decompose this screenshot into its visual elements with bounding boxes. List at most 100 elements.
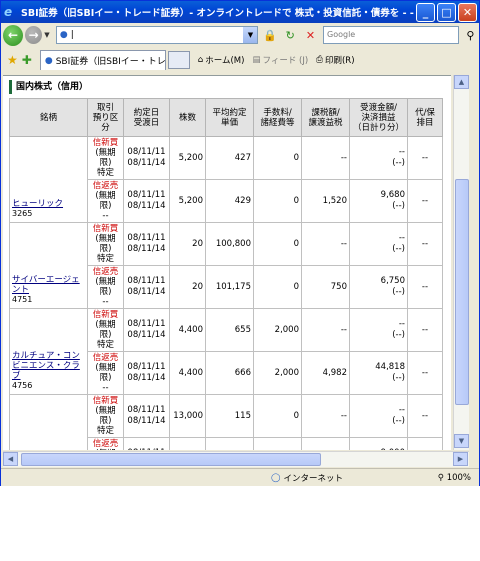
tax-cell: 1,000	[301, 437, 350, 450]
daytrade-pl: (--)	[392, 158, 405, 168]
favorites-star-icon[interactable]: ★	[7, 53, 18, 67]
zoom-icon: ⚲	[437, 472, 444, 483]
settle-date: 08/11/14	[127, 416, 166, 426]
trade-period: (無期限)	[95, 449, 115, 450]
stock-name-link[interactable]: ヒューリック	[12, 199, 63, 209]
search-input[interactable]: Google	[323, 26, 459, 44]
date-cell: 08/11/1108/11/14	[123, 136, 170, 180]
stop-icon[interactable]: ✕	[302, 26, 319, 44]
amount-value: --	[398, 233, 405, 243]
zoom-control[interactable]: ⚲ 100%	[438, 473, 471, 483]
tab-row: ★ ✚ ● SBI証券（旧SBIイー・トレー... ⌂ホーム(M) ▤フィード …	[1, 48, 479, 72]
back-button[interactable]: ←	[3, 24, 24, 46]
table-row: カルチュア・コンビニエンス・クラブ 4756 信新買 (無期限) 特定 08/11/11 0…	[9, 308, 443, 395]
new-tab-button[interactable]	[167, 51, 190, 69]
fee-cell: 0	[253, 179, 302, 223]
table-row: サイバーエージェント 4751 信新買 (無期限) 特定 08/11/11 08/11/14…	[9, 222, 443, 309]
shares-cell: 20	[169, 265, 206, 309]
address-input[interactable]: |	[71, 30, 74, 40]
trade-date: 08/11/11	[127, 405, 166, 415]
add-favorites-icon[interactable]: ✚	[22, 53, 32, 67]
trade-kind-cell: 信返売(無期限)--	[87, 437, 124, 450]
account-type: 特定	[96, 254, 114, 264]
search-icon[interactable]: ⚲	[462, 26, 479, 44]
print-button[interactable]: ⎙ 印刷(R)	[316, 54, 354, 66]
shares-cell: 5,200	[169, 179, 206, 223]
shares-cell: 4,400	[169, 308, 206, 352]
stock-code: 4756	[12, 381, 33, 390]
column-header: 株数	[169, 98, 206, 137]
account-type: 特定	[96, 340, 114, 350]
misc-cell: --	[407, 394, 443, 438]
table-row: ヒューリック 3265 信新買 (無期限) 特定 08/11/11 08/11/14 5,20…	[9, 136, 443, 223]
window-title: SBI証券（旧SBIイー・トレード証券）- オンライントレードで 株式・投資信託…	[21, 8, 416, 19]
horizontal-scrollbar[interactable]: ◀ ▶	[3, 451, 469, 467]
trade-kind: 信新買	[92, 138, 119, 148]
stock-name-cell: カルチュア・コンビニエンス・クラブ 4756	[9, 308, 88, 395]
address-bar[interactable]: ● | ▼	[55, 26, 259, 44]
maximize-button[interactable]: □	[437, 2, 456, 22]
print-label: 印刷(R)	[324, 56, 355, 66]
table-body: ヒューリック 3265 信新買 (無期限) 特定 08/11/11 08/11/14 5,20…	[9, 136, 443, 450]
settle-date: 08/11/14	[127, 244, 166, 254]
daytrade-pl: (--)	[392, 416, 405, 426]
history-dropdown-icon[interactable]: ▼	[44, 31, 53, 39]
price-cell: 429	[205, 179, 254, 223]
amount-value: 6,750	[380, 276, 405, 286]
holdings-table: 銘柄 取引 預り区分約定日 受渡日 株数 平均約定 単価 手数料/諸経費等 課税額/譲渡益税 受渡…	[9, 98, 443, 450]
fee-cell: 0	[253, 136, 302, 180]
misc-cell: --	[407, 351, 443, 395]
lock-icon[interactable]: 🔒	[261, 26, 278, 44]
address-dropdown-icon[interactable]: ▼	[243, 27, 258, 43]
fee-cell: 0	[253, 437, 302, 450]
scroll-up-arrow-icon[interactable]: ▲	[454, 75, 469, 89]
trade-date: 08/11/11	[127, 233, 166, 243]
tax-cell: --	[301, 394, 350, 438]
forward-button[interactable]: →	[25, 26, 43, 44]
stock-name-cell: サイバーエージェント 4751	[9, 222, 88, 309]
trade-kind-cell: 信返売(無期限)--	[87, 265, 124, 309]
column-header: 約定日 受渡日	[123, 98, 170, 137]
trade-kind-cell: 信新買 (無期限) 特定	[87, 394, 124, 438]
amount-value: 9,680	[380, 190, 405, 200]
home-button[interactable]: ⌂ ホーム(M)	[198, 54, 245, 66]
date-cell: 08/11/1108/11/14	[123, 308, 170, 352]
status-bar: ◯ インターネット ⚲ 100%	[1, 468, 479, 486]
feed-button[interactable]: ▤ フィード (J)	[252, 54, 308, 66]
trade-period: (無期限)	[95, 363, 116, 383]
print-icon: ⎙	[316, 55, 323, 65]
settle-date: 08/11/14	[127, 373, 166, 383]
trade-kind-cell: 信新買 (無期限) 特定	[87, 136, 124, 180]
date-cell: 08/11/1108/11/14	[123, 222, 170, 266]
price-cell: 115	[205, 394, 254, 438]
trade-period: (無期限)	[95, 148, 116, 168]
zoom-label: 100%	[446, 472, 471, 483]
stock-name-link[interactable]: カルチュア・コンビニエンス・クラブ	[12, 351, 80, 381]
stock-name-link[interactable]: サイバーエージェント	[12, 275, 80, 295]
horizontal-scroll-thumb[interactable]	[21, 453, 321, 466]
globe-icon: ◯	[271, 472, 281, 483]
price-cell: 100,800	[205, 222, 254, 266]
date-cell: 08/11/1108/11/14	[123, 437, 170, 450]
misc-cell: --	[407, 308, 443, 352]
trade-date: 08/11/11	[127, 362, 166, 372]
scroll-down-arrow-icon[interactable]: ▼	[454, 434, 469, 448]
tax-cell: 750	[301, 265, 350, 309]
vertical-scroll-thumb[interactable]	[455, 179, 469, 405]
scroll-left-arrow-icon[interactable]: ◀	[3, 452, 18, 466]
refresh-icon[interactable]: ↻	[282, 26, 299, 44]
tab-active[interactable]: ● SBI証券（旧SBIイー・トレー...	[39, 50, 166, 70]
trade-kind-cell: 信新買 (無期限) 特定	[87, 308, 124, 352]
vertical-scrollbar[interactable]: ▲ ▼	[453, 75, 469, 450]
zone-label: インターネット	[283, 473, 344, 484]
trade-period: (無期限)	[95, 191, 116, 211]
amount-value: --	[398, 405, 405, 415]
minimize-button[interactable]: _	[416, 2, 435, 22]
shares-cell: 20	[169, 222, 206, 266]
close-button[interactable]: ✕	[458, 2, 477, 22]
date-cell: 08/11/1108/11/14	[123, 394, 170, 438]
feed-icon: ▤	[252, 55, 261, 65]
misc-cell: --	[407, 265, 443, 309]
shares-cell: 5,200	[169, 136, 206, 180]
scroll-right-arrow-icon[interactable]: ▶	[453, 452, 468, 466]
